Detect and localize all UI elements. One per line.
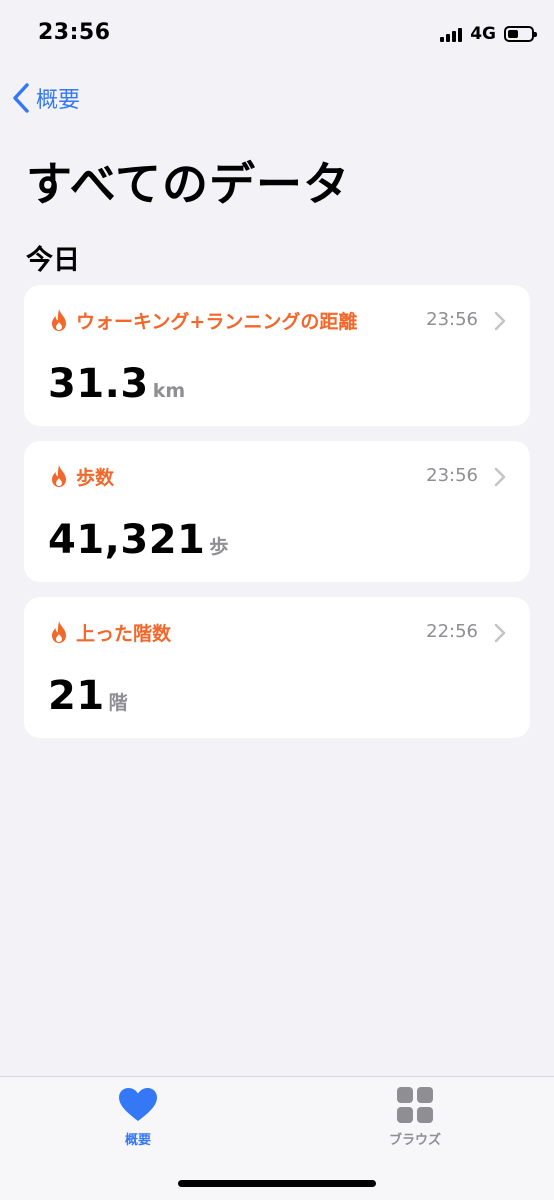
grid-icon	[397, 1087, 433, 1123]
card-value: 21	[48, 673, 105, 719]
card-unit: km	[152, 380, 186, 402]
data-card-steps[interactable]: 歩数 23:56 41,321 歩	[24, 441, 530, 582]
data-card-distance[interactable]: ウォーキング+ランニングの距離 23:56 31.3 km	[24, 285, 530, 426]
card-header: 歩数	[50, 461, 114, 491]
flame-icon	[52, 309, 66, 331]
card-value-row: 31.3 km	[48, 361, 185, 407]
tab-browse[interactable]: ブラウズ	[355, 1087, 475, 1157]
card-time: 23:56	[426, 309, 478, 330]
card-unit: 歩	[209, 536, 229, 558]
section-title-today: 今日	[26, 245, 80, 276]
page-title: すべてのデータ	[26, 157, 350, 211]
heart-icon	[119, 1088, 157, 1121]
card-value-row: 41,321 歩	[48, 517, 228, 563]
card-header: 上った階数	[50, 617, 171, 647]
card-unit: 階	[108, 692, 128, 714]
card-value: 41,321	[48, 517, 206, 563]
card-label: 上った階数	[76, 622, 172, 645]
card-value-row: 21 階	[48, 673, 128, 719]
back-button[interactable]: 概要	[12, 80, 80, 116]
card-value: 31.3	[48, 361, 149, 407]
network-type: 4G	[470, 24, 496, 44]
status-bar: 23:56 4G	[0, 0, 554, 70]
status-time: 23:56	[38, 20, 111, 45]
home-indicator[interactable]	[178, 1180, 376, 1187]
battery-icon	[504, 26, 537, 42]
card-time: 23:56	[426, 465, 478, 486]
data-card-flights-climbed[interactable]: 上った階数 22:56 21 階	[24, 597, 530, 738]
card-header: ウォーキング+ランニングの距離	[50, 305, 357, 335]
status-indicators: 4G	[440, 22, 537, 46]
chevron-right-icon	[494, 467, 506, 487]
chevron-right-icon	[494, 623, 506, 643]
card-label: 歩数	[76, 466, 115, 489]
tab-label: 概要	[124, 1133, 151, 1148]
flame-icon	[52, 465, 66, 487]
flame-icon	[52, 621, 66, 643]
card-label: ウォーキング+ランニングの距離	[76, 310, 358, 333]
tab-summary[interactable]: 概要	[78, 1087, 198, 1157]
chevron-left-icon	[13, 83, 29, 113]
card-time: 22:56	[426, 621, 478, 642]
signal-icon	[440, 26, 463, 42]
data-card-list: ウォーキング+ランニングの距離 23:56 31.3 km 歩数 23:56 4…	[24, 285, 530, 753]
tab-label: ブラウズ	[388, 1133, 441, 1148]
chevron-right-icon	[494, 311, 506, 331]
battery-level	[508, 30, 518, 38]
back-button-label: 概要	[36, 88, 81, 113]
